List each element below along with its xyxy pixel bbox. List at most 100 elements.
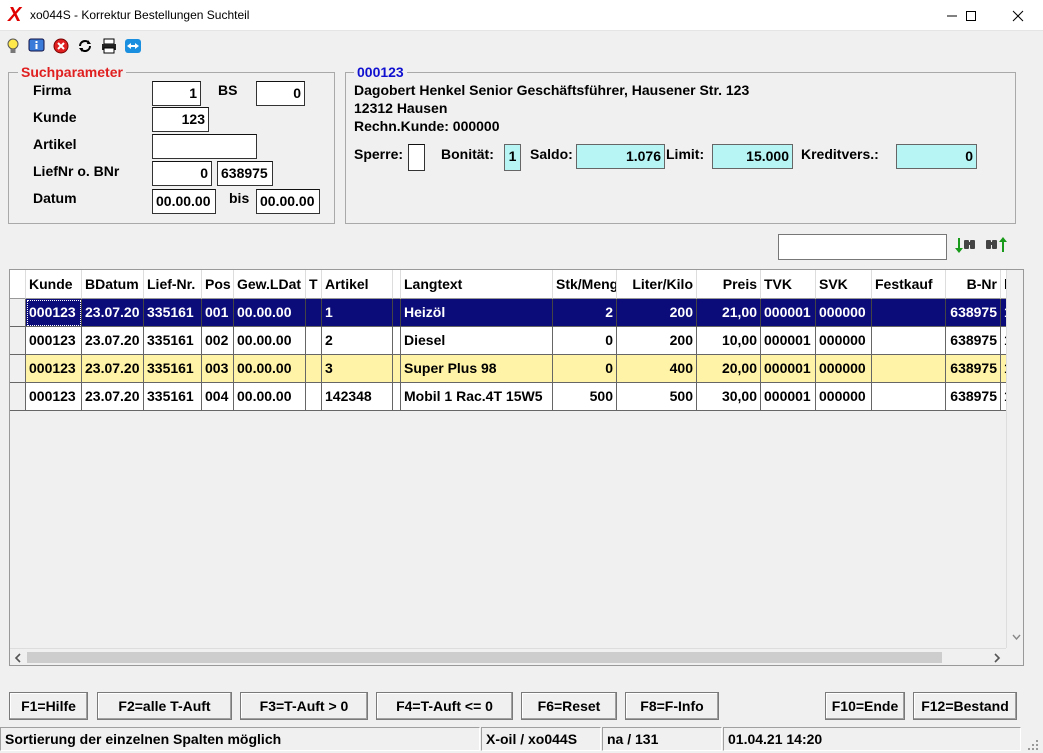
row-header[interactable] (10, 383, 26, 411)
cell-preis[interactable]: 21,00 (697, 299, 761, 327)
cell-svk[interactable]: 000000 (816, 383, 872, 411)
sperre-field[interactable] (408, 144, 425, 171)
column-header-kunde[interactable]: Kunde (26, 270, 82, 299)
cell-preis[interactable]: 10,00 (697, 327, 761, 355)
filter-input[interactable] (778, 234, 947, 260)
teamviewer-icon[interactable] (124, 37, 142, 55)
cell-lief-nr[interactable]: 335161 (144, 355, 202, 383)
cell-preis[interactable]: 30,00 (697, 383, 761, 411)
kunde-input[interactable]: 123 (152, 107, 209, 132)
vertical-scrollbar[interactable] (1006, 270, 1023, 648)
cell-pos[interactable]: 004 (202, 383, 234, 411)
column-header-lief-nr[interactable]: Lief-Nr. (144, 270, 202, 299)
sort-ascending-icon[interactable] (955, 235, 979, 255)
cell-tvk[interactable]: 000001 (761, 355, 816, 383)
column-header-t[interactable]: T (306, 270, 322, 299)
cell-kunde[interactable]: 000123 (26, 299, 82, 327)
cell-t[interactable] (306, 383, 322, 411)
cell-festkauf[interactable] (872, 327, 946, 355)
column-header-pos[interactable]: Pos (202, 270, 234, 299)
partial-orders-nonpositive-button[interactable]: F4=T-Auft <= 0 (376, 692, 513, 720)
scroll-right-icon[interactable] (994, 653, 1001, 663)
firma-input[interactable]: 1 (152, 81, 201, 106)
f-info-button[interactable]: F8=F-Info (625, 692, 719, 720)
stop-icon[interactable] (52, 37, 70, 55)
row-header[interactable] (10, 327, 26, 355)
column-header-artikel[interactable]: Artikel (322, 270, 393, 299)
cell-gew-ldat[interactable]: 00.00.00 (234, 327, 306, 355)
cell-liter-kilo[interactable]: 200 (617, 299, 697, 327)
cell-festkauf[interactable] (872, 355, 946, 383)
cell-t[interactable] (306, 327, 322, 355)
cell-lief-nr[interactable]: 335161 (144, 299, 202, 327)
cell-gew-ldat[interactable]: 00.00.00 (234, 383, 306, 411)
cell-stk-meng[interactable]: 0 (553, 355, 617, 383)
cell-bdatum[interactable]: 23.07.20 (82, 327, 144, 355)
maximize-button[interactable] (948, 0, 994, 31)
help-button[interactable]: F1=Hilfe (9, 692, 88, 720)
horizontal-scroll-thumb[interactable] (27, 652, 942, 663)
cell-langtext[interactable]: Diesel (401, 327, 553, 355)
cell-bdatum[interactable]: 23.07.20 (82, 299, 144, 327)
scroll-down-icon[interactable] (1012, 634, 1021, 640)
cell-b-nr[interactable]: 638975 (946, 327, 1001, 355)
bnr-input[interactable]: 638975 (217, 161, 273, 186)
cell-liter-kilo[interactable]: 500 (617, 383, 697, 411)
column-header-b-nr[interactable]: B-Nr (946, 270, 1001, 299)
cell-t[interactable] (306, 355, 322, 383)
cell-svk[interactable]: 000000 (816, 327, 872, 355)
datum-from-input[interactable]: 00.00.00 (152, 189, 216, 214)
column-header-svk[interactable]: SVK (816, 270, 872, 299)
print-icon[interactable] (100, 37, 118, 55)
cell-stk-meng[interactable]: 0 (553, 327, 617, 355)
cell-b-nr[interactable]: 638975 (946, 355, 1001, 383)
cell-artikel[interactable]: 142348 (322, 383, 393, 411)
info-icon[interactable] (28, 37, 46, 55)
cell-langtext[interactable]: Super Plus 98 (401, 355, 553, 383)
row-header[interactable] (10, 299, 26, 327)
cell-langtext[interactable]: Mobil 1 Rac.4T 15W5 (401, 383, 553, 411)
horizontal-scrollbar[interactable] (10, 648, 1006, 665)
close-window-button[interactable] (995, 0, 1041, 31)
all-partial-orders-button[interactable]: F2=alle T-Auft (97, 692, 232, 720)
cell-bdatum[interactable]: 23.07.20 (82, 355, 144, 383)
exit-button[interactable]: F10=Ende (825, 692, 905, 720)
cell-preis[interactable]: 20,00 (697, 355, 761, 383)
cell-tvk[interactable]: 000001 (761, 327, 816, 355)
cell-spacer[interactable] (393, 299, 401, 327)
sort-descending-icon[interactable] (985, 235, 1009, 255)
cell-kunde[interactable]: 000123 (26, 327, 82, 355)
refresh-icon[interactable] (76, 37, 94, 55)
cell-pos[interactable]: 001 (202, 299, 234, 327)
cell-svk[interactable]: 000000 (816, 355, 872, 383)
cell-gew-ldat[interactable]: 00.00.00 (234, 299, 306, 327)
cell-lief-nr[interactable]: 335161 (144, 327, 202, 355)
cell-b-nr[interactable]: 638975 (946, 383, 1001, 411)
cell-tvk[interactable]: 000001 (761, 299, 816, 327)
cell-lief-nr[interactable]: 335161 (144, 383, 202, 411)
cell-pos[interactable]: 002 (202, 327, 234, 355)
cell-langtext[interactable]: Heizöl (401, 299, 553, 327)
stock-button[interactable]: F12=Bestand (913, 692, 1017, 720)
cell-pos[interactable]: 003 (202, 355, 234, 383)
cell-liter-kilo[interactable]: 400 (617, 355, 697, 383)
artikel-input[interactable] (152, 134, 257, 159)
datum-to-input[interactable]: 00.00.00 (256, 189, 320, 214)
table-row[interactable]: 000123 23.07.20 335161 004 00.00.00 142348 Mob… (10, 383, 1013, 411)
cell-t[interactable] (306, 299, 322, 327)
cell-gew-ldat[interactable]: 00.00.00 (234, 355, 306, 383)
cell-kunde[interactable]: 000123 (26, 355, 82, 383)
cell-svk[interactable]: 000000 (816, 299, 872, 327)
cell-festkauf[interactable] (872, 383, 946, 411)
column-header-bdatum[interactable]: BDatum (82, 270, 144, 299)
cell-spacer[interactable] (393, 355, 401, 383)
column-header-stk-meng[interactable]: Stk/Meng (553, 270, 617, 299)
bs-input[interactable]: 0 (256, 81, 305, 106)
lightbulb-icon[interactable] (5, 37, 23, 55)
cell-stk-meng[interactable]: 500 (553, 383, 617, 411)
cell-artikel[interactable]: 2 (322, 327, 393, 355)
reset-button[interactable]: F6=Reset (521, 692, 617, 720)
table-row[interactable]: 000123 23.07.20 335161 002 00.00.00 2 Diesel 0 2… (10, 327, 1013, 355)
cell-spacer[interactable] (393, 383, 401, 411)
cell-festkauf[interactable] (872, 299, 946, 327)
